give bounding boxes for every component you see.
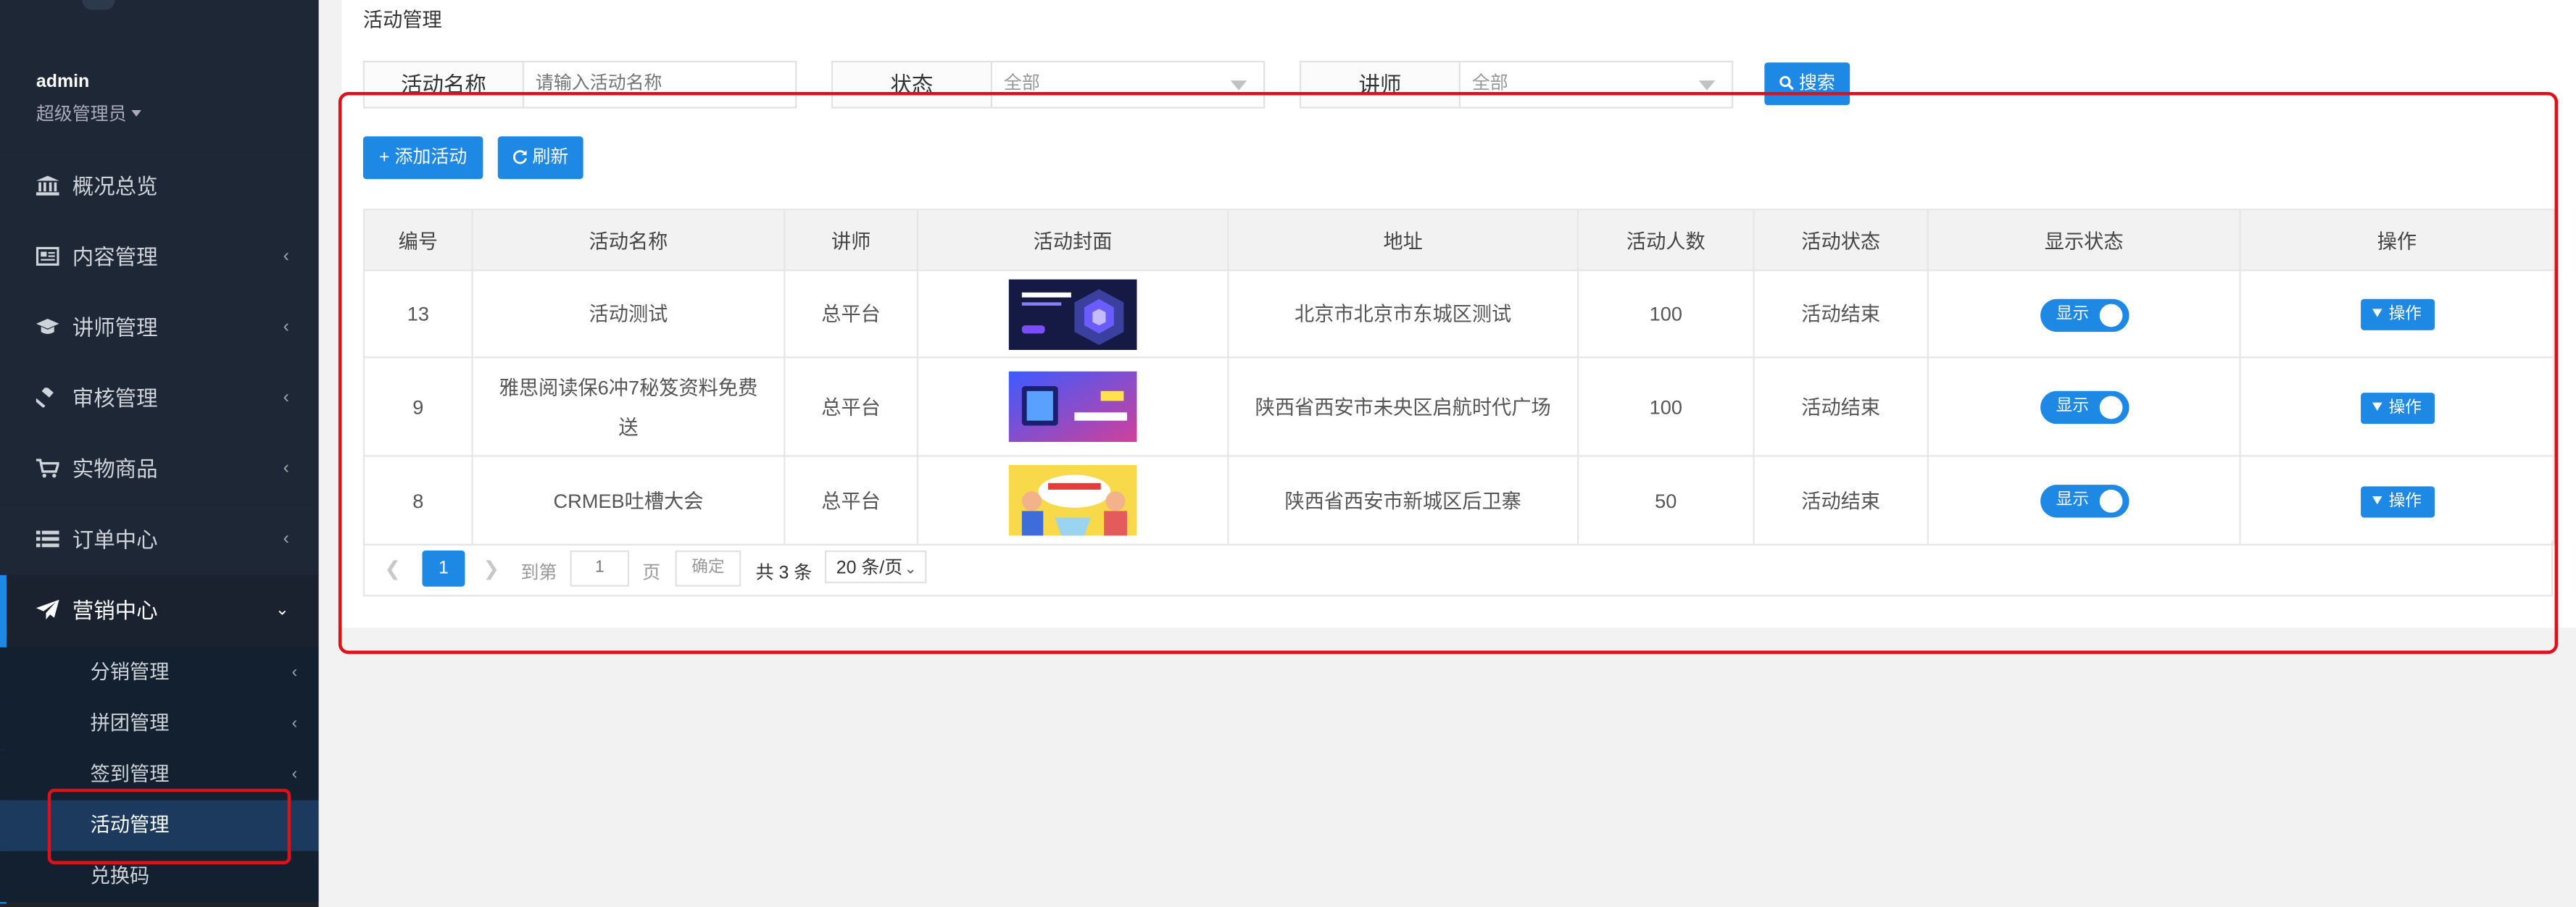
sidebar-item-label: 审核管理 bbox=[72, 386, 158, 411]
user-panel: admin 超级管理员 bbox=[0, 0, 319, 151]
user-name: admin bbox=[36, 72, 90, 93]
sidebar-item-content[interactable]: 内容管理 ‹ bbox=[0, 222, 319, 293]
newspaper-icon bbox=[36, 246, 59, 266]
caret-down-icon bbox=[1230, 80, 1247, 91]
bank-icon bbox=[36, 175, 59, 196]
graduation-cap-icon bbox=[36, 319, 59, 334]
gavel-icon bbox=[36, 388, 54, 408]
sidebar-item-marketing[interactable]: 营销中心 ⌄ bbox=[0, 574, 319, 904]
sidebar-subitem-group-buy[interactable]: 拼团管理 ‹ bbox=[0, 698, 319, 750]
page-title: 活动管理 bbox=[362, 8, 442, 32]
user-role-dropdown[interactable]: 超级管理员 bbox=[36, 100, 141, 126]
chevron-left-icon: ‹ bbox=[291, 765, 298, 784]
user-role-label: 超级管理员 bbox=[36, 105, 127, 125]
sidebar-item-label: 订单中心 bbox=[72, 527, 158, 553]
list-icon bbox=[36, 530, 59, 548]
sidebar-item-label: 讲师管理 bbox=[72, 315, 158, 340]
sidebar-item-overview[interactable]: 概况总览 bbox=[0, 151, 319, 222]
sidebar-subitem-label: 拼团管理 bbox=[90, 711, 170, 735]
search-button-label: 搜索 bbox=[1798, 74, 1835, 94]
sidebar-item-label: 内容管理 bbox=[72, 244, 158, 269]
cart-icon bbox=[36, 459, 59, 478]
chevron-left-icon: ‹ bbox=[283, 388, 289, 408]
chevron-down-icon: ⌄ bbox=[275, 601, 289, 620]
sidebar-item-goods[interactable]: 实物商品 ‹ bbox=[0, 433, 319, 505]
main-content: 活动管理 活动名称 状态 全部 讲师 全部 搜索 + 添加活动 刷 bbox=[318, 0, 2576, 907]
chevron-left-icon: ‹ bbox=[283, 317, 289, 337]
chevron-left-icon: ‹ bbox=[283, 529, 289, 549]
sidebar-item-label: 营销中心 bbox=[72, 598, 158, 623]
sidebar-item-orders[interactable]: 订单中心 ‹ bbox=[0, 504, 319, 575]
caret-down-icon bbox=[131, 109, 141, 117]
sidebar-item-review[interactable]: 审核管理 ‹ bbox=[0, 363, 319, 434]
sidebar-subitem-label: 分销管理 bbox=[90, 660, 170, 684]
paper-plane-icon bbox=[36, 599, 59, 620]
sidebar-item-label: 概况总览 bbox=[72, 174, 158, 199]
sidebar-item-teacher[interactable]: 讲师管理 ‹ bbox=[0, 292, 319, 364]
highlight-box-table bbox=[338, 92, 2559, 654]
chevron-left-icon: ‹ bbox=[283, 458, 289, 479]
chevron-left-icon: ‹ bbox=[291, 714, 298, 733]
caret-down-icon bbox=[1698, 80, 1716, 91]
highlight-box-sidebar bbox=[47, 788, 291, 865]
page-header: 活动管理 bbox=[341, 0, 2576, 48]
sidebar: admin 超级管理员 概况总览 内容管理 ‹ 讲师管理 ‹ 审核管理 ‹ 实物… bbox=[0, 0, 319, 907]
sidebar-subitem-distribution[interactable]: 分销管理 ‹ bbox=[0, 647, 319, 698]
search-icon bbox=[1779, 75, 1794, 91]
sidebar-item-label: 实物商品 bbox=[72, 456, 158, 482]
chevron-left-icon: ‹ bbox=[283, 246, 289, 267]
chevron-left-icon: ‹ bbox=[291, 664, 298, 682]
